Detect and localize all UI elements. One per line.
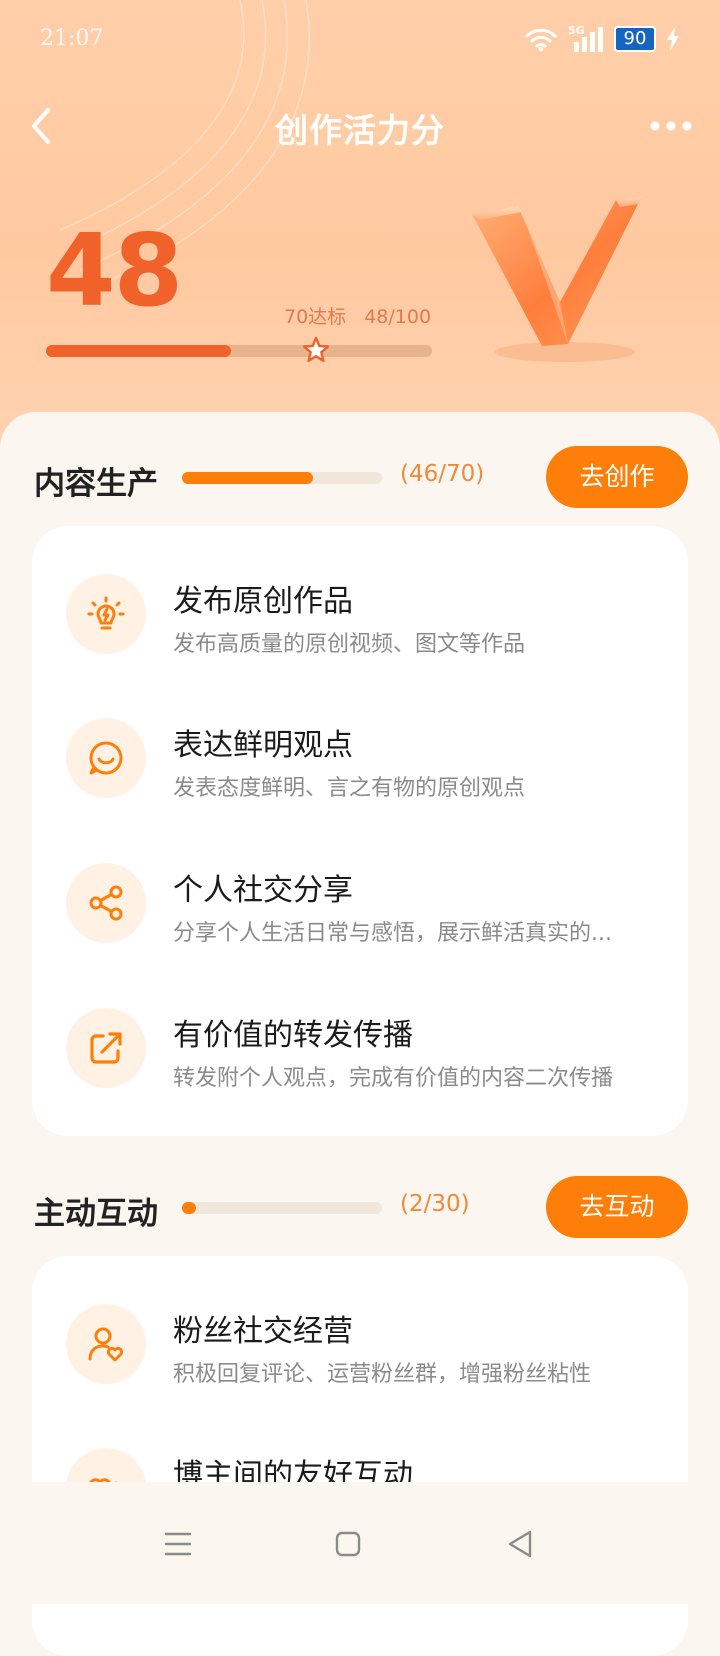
- fan-user-icon: [66, 1304, 146, 1384]
- section-count: (2/30): [400, 1191, 470, 1217]
- go-interact-button[interactable]: 去互动: [546, 1176, 688, 1238]
- go-create-button[interactable]: 去创作: [546, 446, 688, 508]
- task-card-production: 发布原创作品 发布高质量的原创视频、图文等作品 表达鲜明观点 发表态度鲜明、言之…: [32, 526, 688, 1136]
- list-item[interactable]: 粉丝社交经营 积极回复评论、运营粉丝群，增强粉丝粘性: [32, 1264, 688, 1412]
- section-progress-bar: [182, 1202, 382, 1214]
- lightbulb-icon: [66, 574, 146, 654]
- item-title: 发布原创作品: [173, 584, 353, 619]
- item-description: 发表态度鲜明、言之有物的原创观点: [173, 776, 526, 801]
- section-content-production: 内容生产 (46/70) 去创作: [0, 444, 720, 510]
- battery-level: 90: [614, 26, 656, 52]
- score-progress-bar: [46, 336, 432, 362]
- back-triangle-icon[interactable]: [500, 1524, 540, 1564]
- v-badge-icon: [472, 196, 642, 362]
- list-item[interactable]: 有价值的转发传播 转发附个人观点，完成有价值的内容二次传播: [32, 968, 688, 1116]
- score-progress-fill: [46, 345, 232, 357]
- content-panel: 内容生产 (46/70) 去创作 发布原创作品 发布高质量的原创视频、图文等作品: [0, 412, 720, 1656]
- list-item[interactable]: 发布原创作品 发布高质量的原创视频、图文等作品: [32, 534, 688, 682]
- chat-smile-icon: [66, 718, 146, 798]
- section-progress-bar: [182, 472, 382, 484]
- item-title: 个人社交分享: [173, 873, 353, 908]
- page-title: 创作活力分: [275, 111, 445, 150]
- section-count: (46/70): [400, 461, 485, 487]
- hero-banner: 21:07 5G 90 创作活力分 48 70达标 48/100: [0, 0, 720, 460]
- section-active-interaction: 主动互动 (2/30) 去互动: [0, 1174, 720, 1240]
- signal-bars: [574, 27, 603, 52]
- item-description: 积极回复评论、运营粉丝群，增强粉丝粘性: [173, 1362, 592, 1387]
- item-description: 分享个人生活日常与感悟，展示鲜活真实的...: [173, 921, 612, 946]
- item-title: 表达鲜明观点: [173, 728, 353, 763]
- section-progress-fill: [182, 472, 314, 484]
- section-progress-fill: [182, 1202, 196, 1214]
- share-icon: [66, 863, 146, 943]
- item-description: 发布高质量的原创视频、图文等作品: [173, 632, 526, 657]
- target-star-icon: [302, 336, 330, 362]
- status-icons: 5G 90: [524, 24, 680, 52]
- score-progress-label: 48/100: [364, 306, 432, 328]
- menu-icon[interactable]: [158, 1524, 198, 1564]
- list-item[interactable]: 个人社交分享 分享个人生活日常与感悟，展示鲜活真实的...: [32, 823, 688, 971]
- home-square-icon[interactable]: [328, 1524, 368, 1564]
- section-title: 主动互动: [34, 1196, 158, 1232]
- section-title: 内容生产: [34, 466, 158, 502]
- item-title: 有价值的转发传播: [173, 1018, 413, 1053]
- score-value: 48: [46, 212, 183, 329]
- title-bar: 创作活力分: [0, 90, 720, 160]
- status-bar: 21:07 5G 90: [0, 0, 720, 84]
- wifi-icon: [525, 28, 557, 52]
- charging-icon: [667, 27, 679, 51]
- forward-icon: [66, 1008, 146, 1088]
- list-item[interactable]: 表达鲜明观点 发表态度鲜明、言之有物的原创观点: [32, 678, 688, 826]
- system-navigation-bar: [0, 1482, 720, 1604]
- item-title: 粉丝社交经营: [173, 1314, 353, 1349]
- item-description: 转发附个人观点，完成有价值的内容二次传播: [173, 1066, 614, 1091]
- score-target: 70达标 48/100: [284, 302, 431, 329]
- cellular-signal-icon: 5G: [568, 24, 604, 52]
- more-options-icon[interactable]: [646, 104, 696, 148]
- status-time: 21:07: [40, 26, 104, 51]
- target-label: 70达标: [284, 306, 347, 328]
